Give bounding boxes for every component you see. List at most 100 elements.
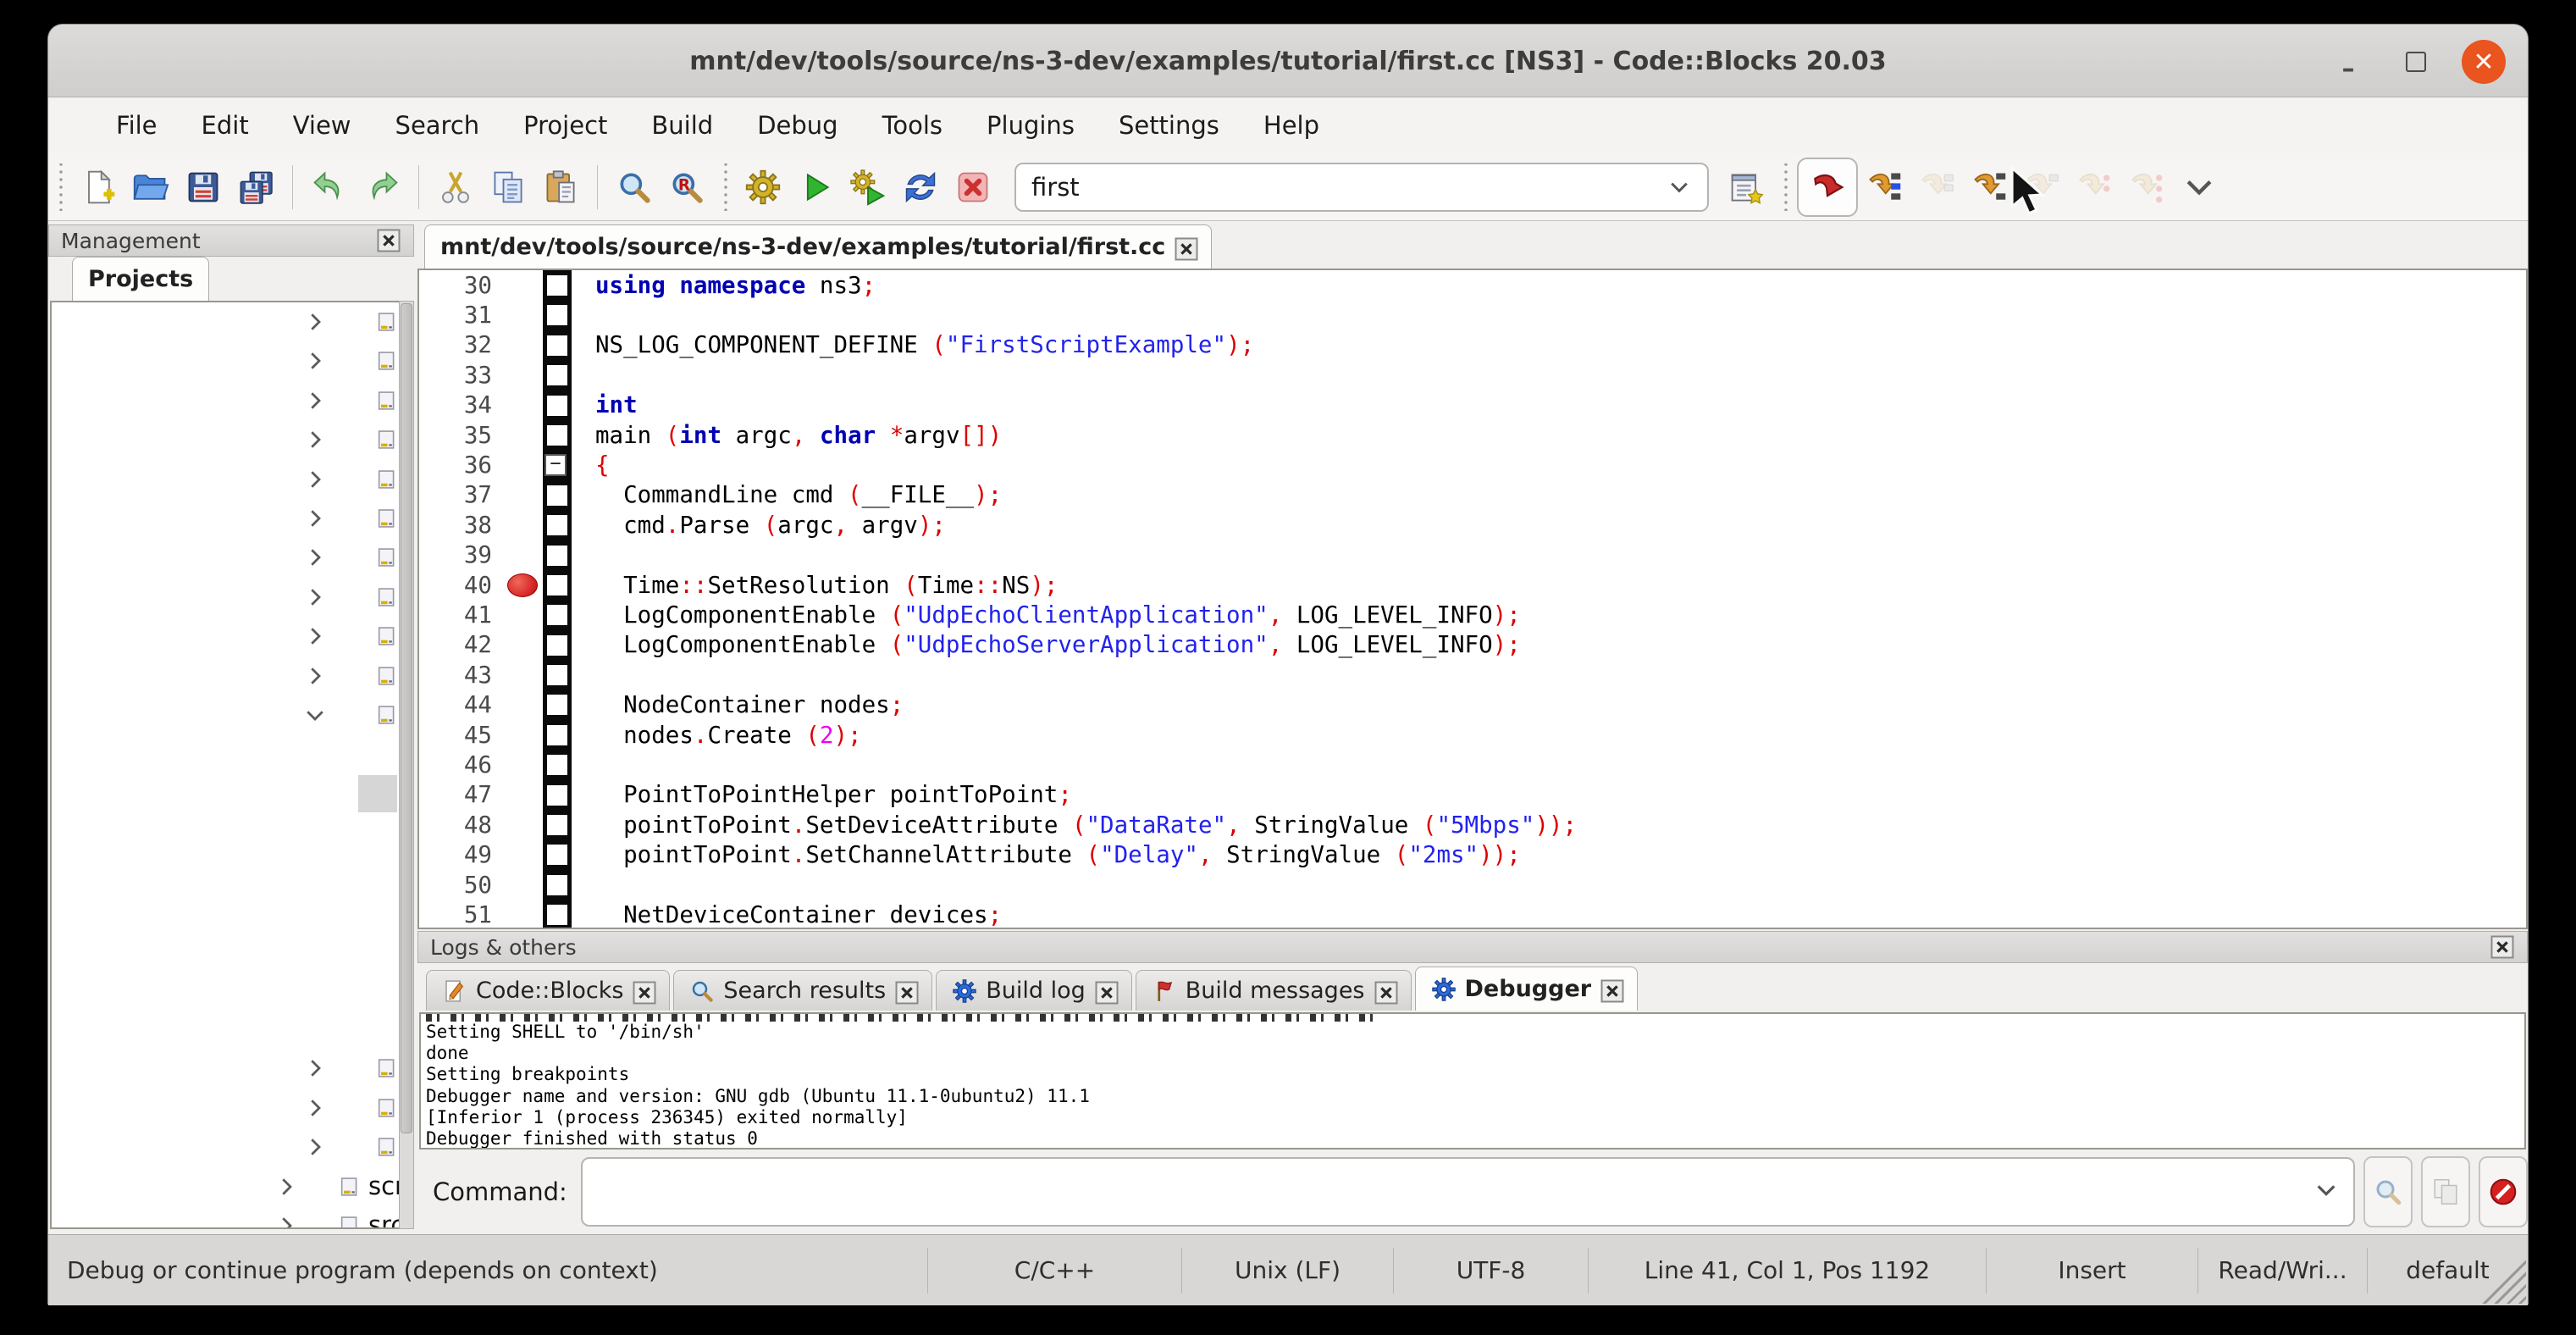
fold-margin[interactable] — [543, 600, 572, 629]
chevron-right-icon[interactable] — [302, 1055, 328, 1081]
breakpoint-margin[interactable] — [504, 510, 543, 540]
log-tab-close-icon[interactable] — [632, 980, 654, 1002]
fold-margin[interactable] — [543, 270, 572, 300]
menu-edit[interactable]: Edit — [180, 102, 271, 148]
next-line-button[interactable] — [1910, 161, 1963, 213]
code-line-42[interactable]: 42 LogComponentEnable ("UdpEchoServerApp… — [419, 630, 2526, 660]
replace-button[interactable]: R — [661, 161, 713, 213]
breakpoint-margin[interactable] — [504, 450, 543, 479]
code-line-37[interactable]: 37 CommandLine cmd (__FILE__); — [419, 480, 2526, 510]
breakpoint-margin[interactable] — [504, 660, 543, 690]
menu-help[interactable]: Help — [1241, 102, 1341, 148]
new-file-button[interactable] — [72, 161, 124, 213]
menu-plugins[interactable]: Plugins — [965, 102, 1097, 148]
tree-item-routing[interactable]: routing — [52, 499, 412, 538]
chevron-right-icon[interactable] — [302, 309, 328, 335]
fold-margin[interactable] — [543, 570, 572, 600]
management-close-icon[interactable] — [376, 228, 401, 253]
tree-item-fourth[interactable]: fourth — [52, 813, 412, 852]
project-tree[interactable]: erroripv6matrixnamingrealtimeroutingsock… — [50, 301, 412, 1229]
menu-project[interactable]: Project — [501, 102, 629, 148]
code-line-31[interactable]: 31 — [419, 300, 2526, 330]
tab-projects[interactable]: Projects — [72, 257, 209, 301]
chevron-down-icon[interactable] — [302, 702, 328, 728]
tree-item-hello[interactable]: hello — [52, 852, 412, 891]
tree-item-third[interactable]: third — [52, 1010, 412, 1049]
breakpoint-margin[interactable] — [504, 750, 543, 779]
fold-margin[interactable] — [543, 330, 572, 360]
toolbar-grip[interactable] — [1782, 163, 1790, 211]
chevron-right-icon[interactable] — [302, 427, 328, 452]
code-line-38[interactable]: 38 cmd.Parse (argc, argv); — [419, 510, 2526, 540]
chevron-right-icon[interactable] — [302, 467, 328, 492]
fold-margin[interactable] — [543, 839, 572, 869]
code-line-30[interactable]: 30using namespace ns3; — [419, 270, 2526, 300]
debug-toolbar-overflow-button[interactable] — [2173, 161, 2225, 213]
undo-button[interactable] — [303, 161, 356, 213]
run-to-cursor-button[interactable] — [1858, 161, 1910, 213]
step-into-instruction-button[interactable] — [2120, 161, 2173, 213]
breakpoint-margin[interactable] — [504, 839, 543, 869]
redo-button[interactable] — [356, 161, 408, 213]
menu-settings[interactable]: Settings — [1097, 102, 1241, 148]
chevron-right-icon[interactable] — [302, 1134, 328, 1160]
next-instruction-button[interactable] — [2068, 161, 2120, 213]
breakpoint-margin[interactable] — [504, 391, 543, 420]
fold-margin[interactable] — [543, 780, 572, 810]
log-tab-close-icon[interactable] — [894, 980, 916, 1002]
editor-tab-first-cc[interactable]: mnt/dev/tools/source/ns-3-dev/examples/t… — [424, 224, 1212, 269]
menu-debug[interactable]: Debug — [735, 102, 860, 148]
log-tab-build-messages[interactable]: Build messages — [1136, 970, 1412, 1011]
tree-scrollbar-thumb[interactable] — [401, 303, 412, 1133]
step-into-button[interactable] — [1963, 161, 2015, 213]
chevron-right-icon[interactable] — [302, 506, 328, 531]
code-line-40[interactable]: 40 Time::SetResolution (Time::NS); — [419, 570, 2526, 600]
chevron-right-icon[interactable] — [302, 388, 328, 413]
copy-log-button[interactable] — [2421, 1156, 2470, 1227]
code-line-44[interactable]: 44 NodeContainer nodes; — [419, 690, 2526, 719]
minimize-button[interactable]: – — [2326, 40, 2370, 84]
code-line-49[interactable]: 49 pointToPoint.SetChannelAttribute ("De… — [419, 839, 2526, 869]
code-line-33[interactable]: 33 — [419, 360, 2526, 390]
menu-view[interactable]: View — [271, 102, 373, 148]
tree-item-stats[interactable]: stats — [52, 578, 412, 617]
tree-item-first[interactable]: first — [52, 774, 412, 813]
code-line-51[interactable]: 51 NetDeviceContainer devices; — [419, 900, 2526, 929]
chevron-right-icon[interactable] — [302, 663, 328, 689]
code-line-47[interactable]: 47 PointToPointHelper pointToPoint; — [419, 780, 2526, 810]
tree-item-socket[interactable]: socket — [52, 538, 412, 577]
code-line-39[interactable]: 39 — [419, 540, 2526, 570]
run-button[interactable] — [789, 161, 842, 213]
log-tab-code-blocks[interactable]: Code::Blocks — [426, 970, 670, 1011]
chevron-right-icon[interactable] — [302, 348, 328, 374]
breakpoint-margin[interactable] — [504, 540, 543, 570]
fold-margin[interactable] — [543, 420, 572, 450]
tree-item-sixth[interactable]: sixth — [52, 971, 412, 1010]
command-history-button[interactable] — [2363, 1156, 2413, 1227]
tree-item-seventh[interactable]: seventh — [52, 931, 412, 970]
tree-item-udp-cl[interactable]: udp-cl — [52, 1088, 412, 1127]
chevron-right-icon[interactable] — [274, 1174, 299, 1199]
log-tab-close-icon[interactable] — [1374, 980, 1396, 1002]
fold-margin[interactable] — [543, 540, 572, 570]
tree-item-fifth[interactable]: fifth — [52, 734, 412, 773]
fold-margin[interactable] — [543, 360, 572, 390]
debug-continue-button[interactable] — [1797, 158, 1858, 217]
tree-scrollbar[interactable] — [399, 301, 414, 1229]
code-line-46[interactable]: 46 — [419, 750, 2526, 779]
log-tab-close-icon[interactable] — [1600, 978, 1622, 1000]
chevron-right-icon[interactable] — [302, 584, 328, 610]
tree-item-tcp[interactable]: tcp — [52, 617, 412, 656]
log-tab-close-icon[interactable] — [1094, 980, 1116, 1002]
build-button[interactable] — [737, 161, 789, 213]
code-line-41[interactable]: 41 LogComponentEnable ("UdpEchoClientApp… — [419, 600, 2526, 629]
breakpoint-margin[interactable] — [504, 420, 543, 450]
tree-item-src[interactable]: src — [52, 1206, 412, 1229]
breakpoint-margin[interactable] — [504, 780, 543, 810]
save-all-button[interactable] — [229, 161, 282, 213]
breakpoint-margin[interactable] — [504, 300, 543, 330]
breakpoint-margin[interactable] — [504, 600, 543, 629]
fold-margin[interactable] — [543, 300, 572, 330]
tree-item-matrix[interactable]: matrix — [52, 381, 412, 420]
breakpoint-margin[interactable] — [504, 810, 543, 839]
